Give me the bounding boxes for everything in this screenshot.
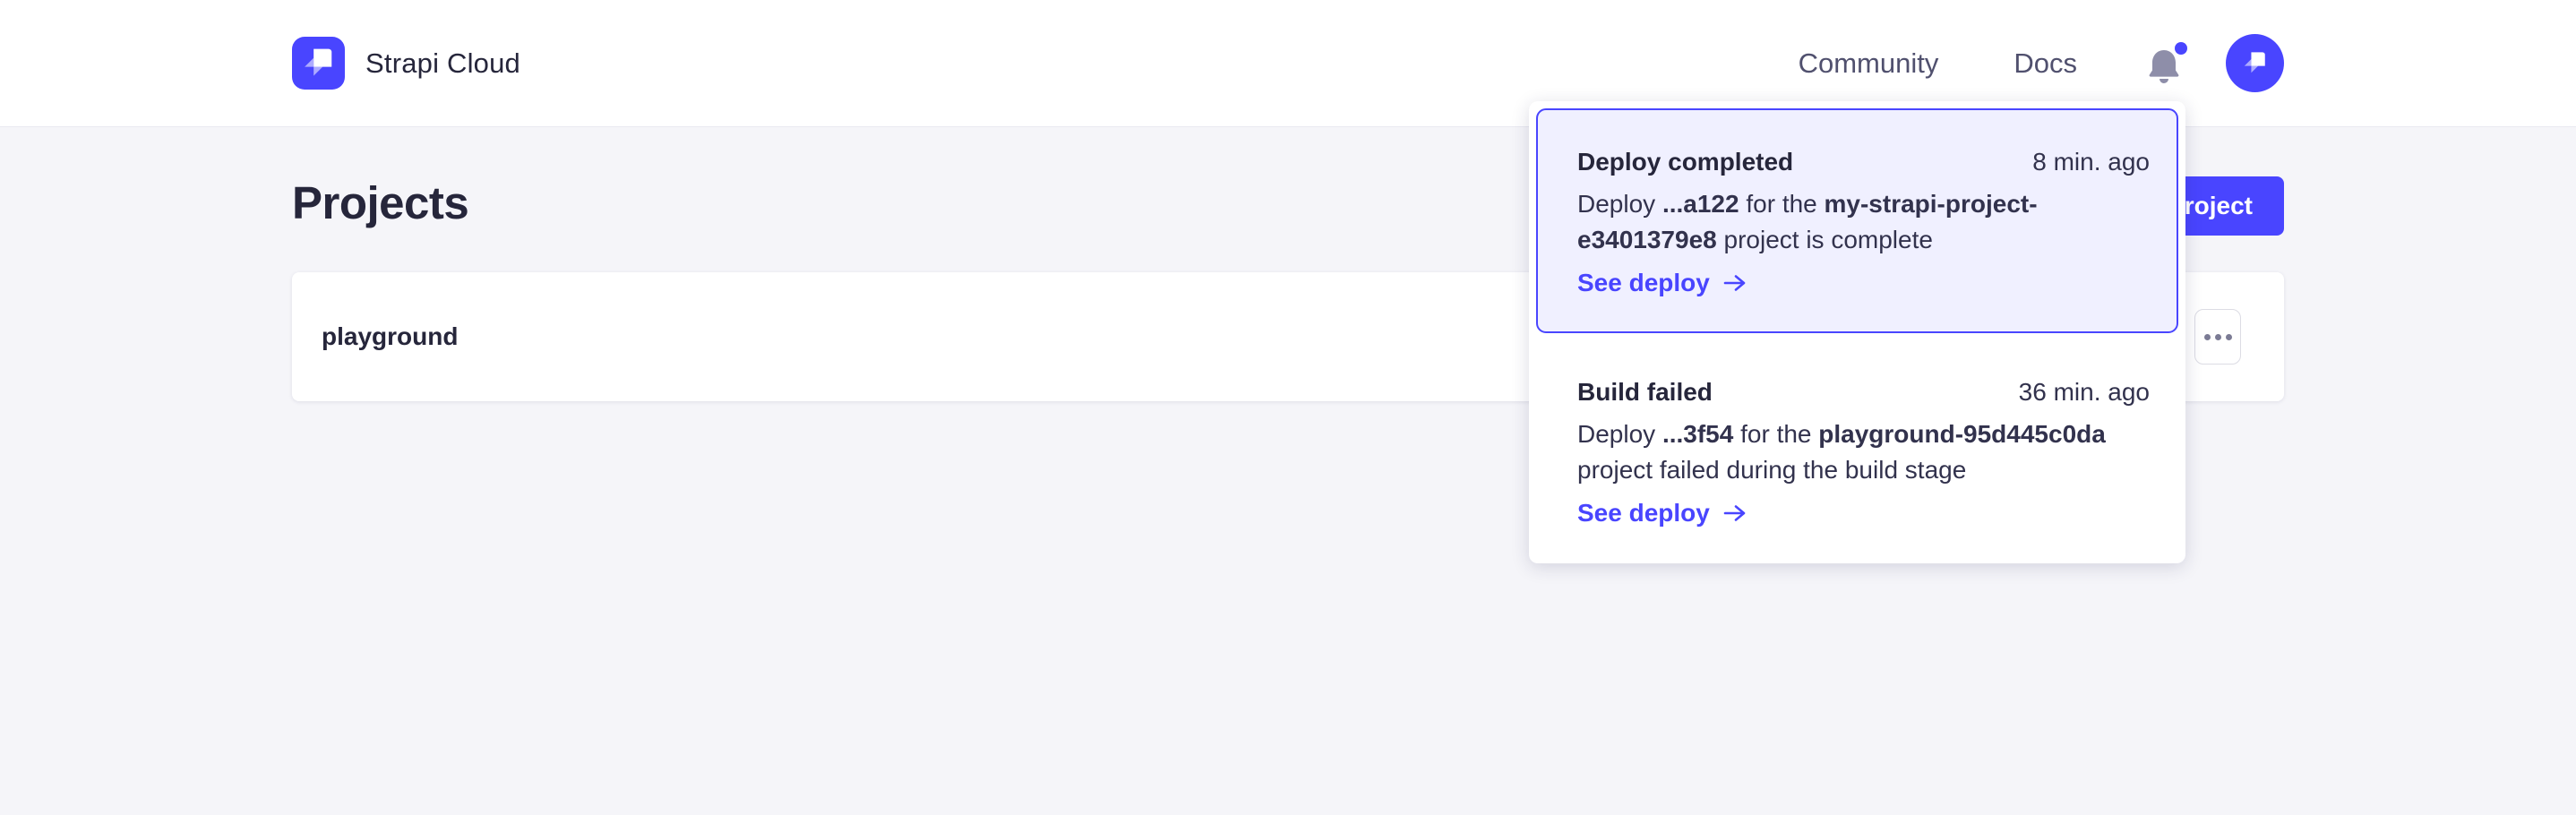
notifications-list: Deploy completed 8 min. ago Deploy ...a1…: [1536, 108, 2178, 556]
nav-link-docs[interactable]: Docs: [2014, 47, 2077, 80]
notification-timestamp: 36 min. ago: [2019, 374, 2150, 410]
see-deploy-label: See deploy: [1577, 269, 1710, 297]
projects-page: Projects Create project playground: [0, 127, 2576, 401]
brand-name: Strapi Cloud: [365, 47, 520, 80]
see-deploy-label: See deploy: [1577, 499, 1710, 528]
ellipsis-icon: [2204, 334, 2232, 340]
arrow-right-icon: [1722, 272, 1747, 294]
bell-icon: [2148, 48, 2180, 84]
notifications-bell-button[interactable]: [2143, 42, 2185, 85]
arrow-right-icon: [1722, 502, 1747, 524]
brand-home-link[interactable]: Strapi Cloud: [292, 37, 520, 90]
top-navbar: Strapi Cloud Community Docs: [0, 0, 2576, 127]
notification-header: Build failed 36 min. ago: [1577, 374, 2150, 410]
notification-title: Deploy completed: [1577, 144, 1793, 180]
notification-message: Deploy ...a122 for the my-strapi-project…: [1577, 186, 2143, 258]
notification-item[interactable]: Deploy completed 8 min. ago Deploy ...a1…: [1536, 108, 2178, 333]
notification-badge: [2175, 42, 2187, 55]
strapi-logo: [292, 37, 345, 90]
notifications-dropdown: Deploy completed 8 min. ago Deploy ...a1…: [1529, 101, 2185, 563]
user-avatar[interactable]: [2226, 34, 2284, 92]
project-name: playground: [322, 322, 458, 351]
avatar-strapi-glyph: [2235, 43, 2275, 83]
notification-timestamp: 8 min. ago: [2032, 144, 2150, 180]
see-deploy-link[interactable]: See deploy: [1577, 499, 1747, 528]
notification-title: Build failed: [1577, 374, 1713, 410]
notification-header: Deploy completed 8 min. ago: [1577, 144, 2150, 180]
notification-message: Deploy ...3f54 for the playground-95d445…: [1577, 416, 2143, 488]
see-deploy-link[interactable]: See deploy: [1577, 269, 1747, 297]
navbar-links: Community Docs: [1799, 34, 2284, 92]
project-more-button[interactable]: [2194, 309, 2241, 365]
notification-item[interactable]: Build failed 36 min. ago Deploy ...3f54 …: [1536, 337, 2178, 556]
strapi-logo-glyph: [292, 37, 345, 90]
nav-link-community[interactable]: Community: [1799, 47, 1939, 80]
